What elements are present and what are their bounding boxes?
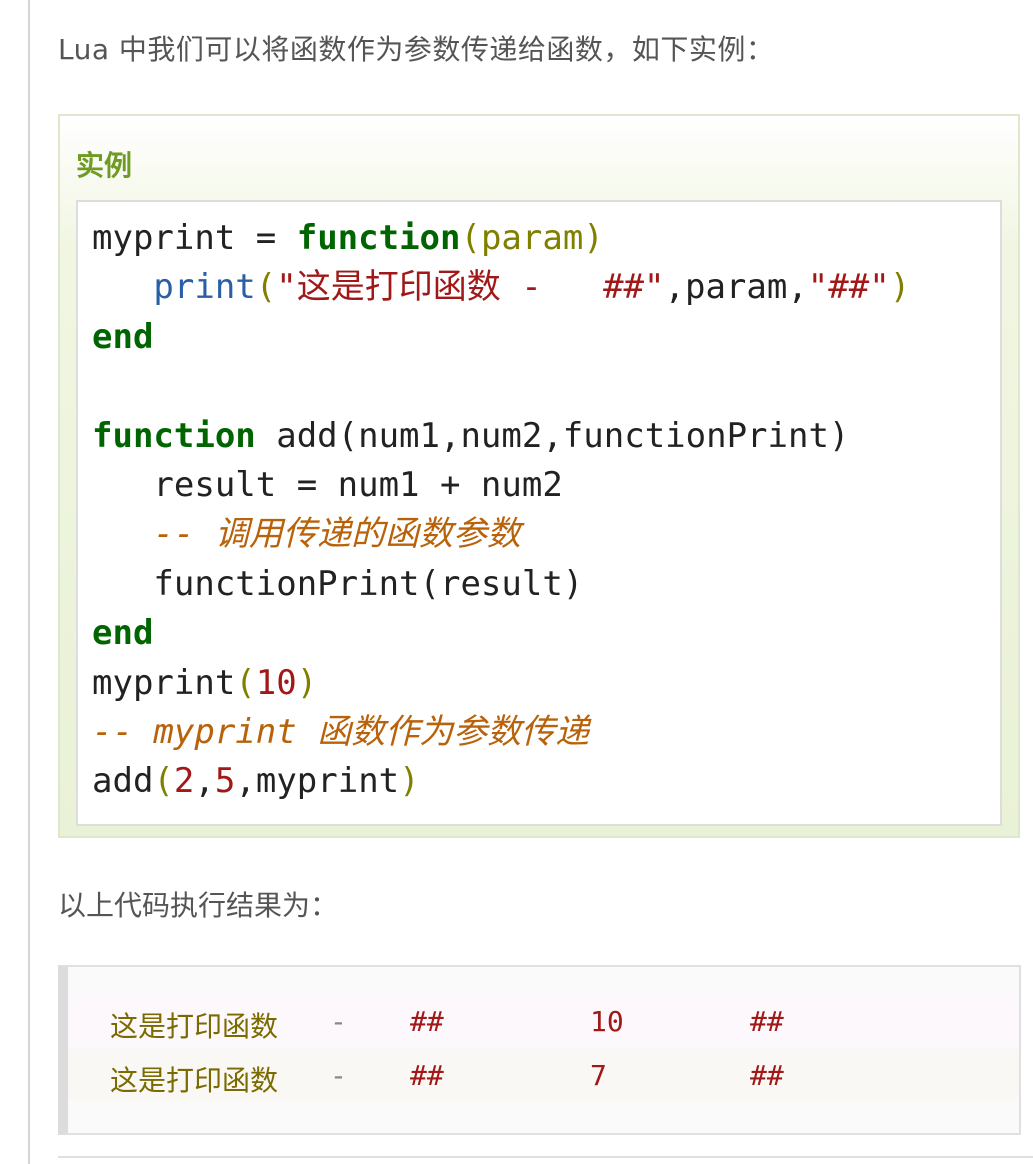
example-box: 实例 myprint = function(param) print("这是打印… <box>58 114 1020 838</box>
output-block[interactable]: 这是打印函数 - ## 10 ## 这是打印函数 - ## 7 ## <box>58 965 1021 1135</box>
output-row: 这是打印函数 - ## 10 ## <box>68 995 1019 1047</box>
code-keyword: end <box>92 316 154 357</box>
intro-text: Lua 中我们可以将函数作为参数传递给函数，如下实例： <box>58 33 775 66</box>
code-keyword: function <box>296 218 461 258</box>
code-comment: -- 调用传递的函数参数 <box>92 514 521 555</box>
bottom-divider <box>58 1156 1033 1158</box>
code-string: "这是打印函数 - ##" <box>276 267 665 308</box>
output-hash: ## <box>410 1059 444 1092</box>
output-value: 7 <box>590 1059 607 1092</box>
code-block[interactable]: myprint = function(param) print("这是打印函数 … <box>76 200 1002 826</box>
output-hash: ## <box>750 1059 784 1092</box>
code-keyword: function <box>92 415 256 456</box>
code-identifier: myprint <box>92 218 236 258</box>
code-string: "##" <box>807 267 890 308</box>
output-value: 10 <box>590 1005 624 1038</box>
example-title: 实例 <box>76 149 133 182</box>
left-border-rule <box>28 0 30 1164</box>
code-number: 10 <box>255 662 297 703</box>
result-label: 以上代码执行结果为： <box>58 889 339 922</box>
output-hash: ## <box>410 1005 444 1038</box>
code-number: 2 <box>173 761 195 802</box>
output-text: 这是打印函数 <box>110 1064 279 1097</box>
code-content: myprint = function(param) print("这是打印函数 … <box>92 218 911 802</box>
output-text: 这是打印函数 <box>110 1010 279 1043</box>
code-comment: -- myprint 函数作为参数传递 <box>92 712 590 753</box>
output-hash: ## <box>750 1005 784 1038</box>
output-dash: - <box>330 1059 347 1092</box>
output-dash: - <box>330 1005 347 1038</box>
code-builtin: print <box>153 267 256 308</box>
code-number: 5 <box>214 761 236 802</box>
output-row: 这是打印函数 - ## 7 ## <box>68 1049 1019 1101</box>
code-keyword: end <box>92 613 154 654</box>
